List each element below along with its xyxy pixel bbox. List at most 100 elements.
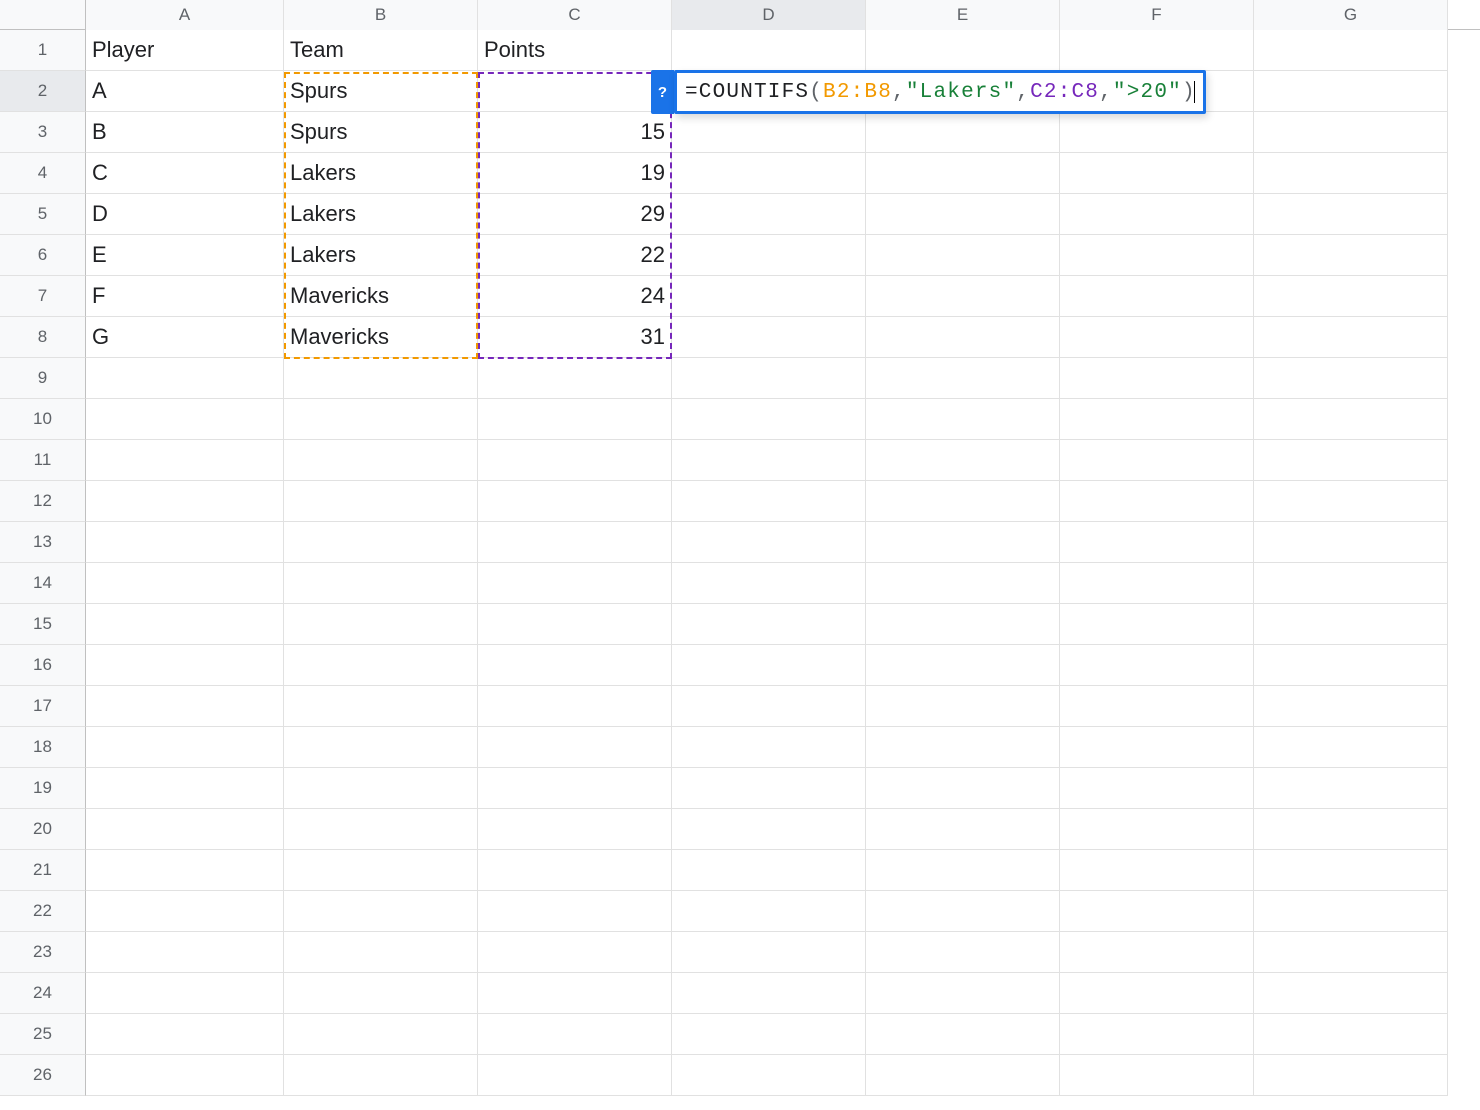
cell-G1[interactable] bbox=[1254, 30, 1448, 71]
cell-F23[interactable] bbox=[1060, 932, 1254, 973]
column-header-G[interactable]: G bbox=[1254, 0, 1448, 30]
cell-G4[interactable] bbox=[1254, 153, 1448, 194]
cell-G5[interactable] bbox=[1254, 194, 1448, 235]
cell-C7[interactable]: 24 bbox=[478, 276, 672, 317]
cell-F5[interactable] bbox=[1060, 194, 1254, 235]
cell-G23[interactable] bbox=[1254, 932, 1448, 973]
cell-B20[interactable] bbox=[284, 809, 478, 850]
cell-A11[interactable] bbox=[86, 440, 284, 481]
cell-A5[interactable]: D bbox=[86, 194, 284, 235]
cell-B24[interactable] bbox=[284, 973, 478, 1014]
column-header-B[interactable]: B bbox=[284, 0, 478, 30]
cell-E3[interactable] bbox=[866, 112, 1060, 153]
cell-D23[interactable] bbox=[672, 932, 866, 973]
cell-G21[interactable] bbox=[1254, 850, 1448, 891]
cell-E23[interactable] bbox=[866, 932, 1060, 973]
cell-D10[interactable] bbox=[672, 399, 866, 440]
cell-E14[interactable] bbox=[866, 563, 1060, 604]
cell-D13[interactable] bbox=[672, 522, 866, 563]
cell-B2[interactable]: Spurs bbox=[284, 71, 478, 112]
cell-C17[interactable] bbox=[478, 686, 672, 727]
cell-G19[interactable] bbox=[1254, 768, 1448, 809]
cell-D14[interactable] bbox=[672, 563, 866, 604]
cell-B3[interactable]: Spurs bbox=[284, 112, 478, 153]
cell-C18[interactable] bbox=[478, 727, 672, 768]
cell-G3[interactable] bbox=[1254, 112, 1448, 153]
formula-help-icon[interactable]: ? bbox=[651, 70, 674, 114]
row-header-25[interactable]: 25 bbox=[0, 1014, 86, 1055]
cell-D17[interactable] bbox=[672, 686, 866, 727]
cell-G16[interactable] bbox=[1254, 645, 1448, 686]
cell-G7[interactable] bbox=[1254, 276, 1448, 317]
cell-C15[interactable] bbox=[478, 604, 672, 645]
cell-A10[interactable] bbox=[86, 399, 284, 440]
cell-B7[interactable]: Mavericks bbox=[284, 276, 478, 317]
cell-D6[interactable] bbox=[672, 235, 866, 276]
cell-A1[interactable]: Player bbox=[86, 30, 284, 71]
cell-D18[interactable] bbox=[672, 727, 866, 768]
cell-B22[interactable] bbox=[284, 891, 478, 932]
cell-C2[interactable]: 1 bbox=[478, 71, 672, 112]
cell-C12[interactable] bbox=[478, 481, 672, 522]
cell-F19[interactable] bbox=[1060, 768, 1254, 809]
formula-input[interactable]: =COUNTIFS(B2:B8, "Lakers", C2:C8, ">20") bbox=[674, 70, 1206, 114]
cell-B18[interactable] bbox=[284, 727, 478, 768]
cell-F22[interactable] bbox=[1060, 891, 1254, 932]
cell-D3[interactable] bbox=[672, 112, 866, 153]
cell-F11[interactable] bbox=[1060, 440, 1254, 481]
cell-C25[interactable] bbox=[478, 1014, 672, 1055]
row-header-5[interactable]: 5 bbox=[0, 194, 86, 235]
cell-B21[interactable] bbox=[284, 850, 478, 891]
cell-G20[interactable] bbox=[1254, 809, 1448, 850]
row-header-18[interactable]: 18 bbox=[0, 727, 86, 768]
cell-E15[interactable] bbox=[866, 604, 1060, 645]
cell-G26[interactable] bbox=[1254, 1055, 1448, 1096]
cell-E10[interactable] bbox=[866, 399, 1060, 440]
cell-G24[interactable] bbox=[1254, 973, 1448, 1014]
row-header-9[interactable]: 9 bbox=[0, 358, 86, 399]
cell-E20[interactable] bbox=[866, 809, 1060, 850]
cell-F10[interactable] bbox=[1060, 399, 1254, 440]
cell-F6[interactable] bbox=[1060, 235, 1254, 276]
cell-C26[interactable] bbox=[478, 1055, 672, 1096]
cell-F13[interactable] bbox=[1060, 522, 1254, 563]
cell-F26[interactable] bbox=[1060, 1055, 1254, 1096]
cell-E26[interactable] bbox=[866, 1055, 1060, 1096]
spreadsheet[interactable]: ABCDEFG 1PlayerTeamPoints2ASpurs13BSpurs… bbox=[0, 0, 1480, 1110]
cell-D19[interactable] bbox=[672, 768, 866, 809]
cell-E16[interactable] bbox=[866, 645, 1060, 686]
cell-E19[interactable] bbox=[866, 768, 1060, 809]
cell-F12[interactable] bbox=[1060, 481, 1254, 522]
cell-G10[interactable] bbox=[1254, 399, 1448, 440]
cell-F25[interactable] bbox=[1060, 1014, 1254, 1055]
row-header-13[interactable]: 13 bbox=[0, 522, 86, 563]
cell-B5[interactable]: Lakers bbox=[284, 194, 478, 235]
cell-C8[interactable]: 31 bbox=[478, 317, 672, 358]
cell-B26[interactable] bbox=[284, 1055, 478, 1096]
column-header-D[interactable]: D bbox=[672, 0, 866, 30]
row-header-20[interactable]: 20 bbox=[0, 809, 86, 850]
cell-A23[interactable] bbox=[86, 932, 284, 973]
cell-F24[interactable] bbox=[1060, 973, 1254, 1014]
cell-G15[interactable] bbox=[1254, 604, 1448, 645]
cell-C10[interactable] bbox=[478, 399, 672, 440]
cell-D1[interactable] bbox=[672, 30, 866, 71]
cell-E22[interactable] bbox=[866, 891, 1060, 932]
cell-D22[interactable] bbox=[672, 891, 866, 932]
row-header-12[interactable]: 12 bbox=[0, 481, 86, 522]
cell-A18[interactable] bbox=[86, 727, 284, 768]
cell-F9[interactable] bbox=[1060, 358, 1254, 399]
cell-E1[interactable] bbox=[866, 30, 1060, 71]
row-header-16[interactable]: 16 bbox=[0, 645, 86, 686]
cell-D4[interactable] bbox=[672, 153, 866, 194]
cell-F21[interactable] bbox=[1060, 850, 1254, 891]
cell-A21[interactable] bbox=[86, 850, 284, 891]
cell-A3[interactable]: B bbox=[86, 112, 284, 153]
cell-A25[interactable] bbox=[86, 1014, 284, 1055]
cell-C14[interactable] bbox=[478, 563, 672, 604]
row-header-10[interactable]: 10 bbox=[0, 399, 86, 440]
cell-A7[interactable]: F bbox=[86, 276, 284, 317]
cell-C13[interactable] bbox=[478, 522, 672, 563]
row-header-21[interactable]: 21 bbox=[0, 850, 86, 891]
cell-D12[interactable] bbox=[672, 481, 866, 522]
